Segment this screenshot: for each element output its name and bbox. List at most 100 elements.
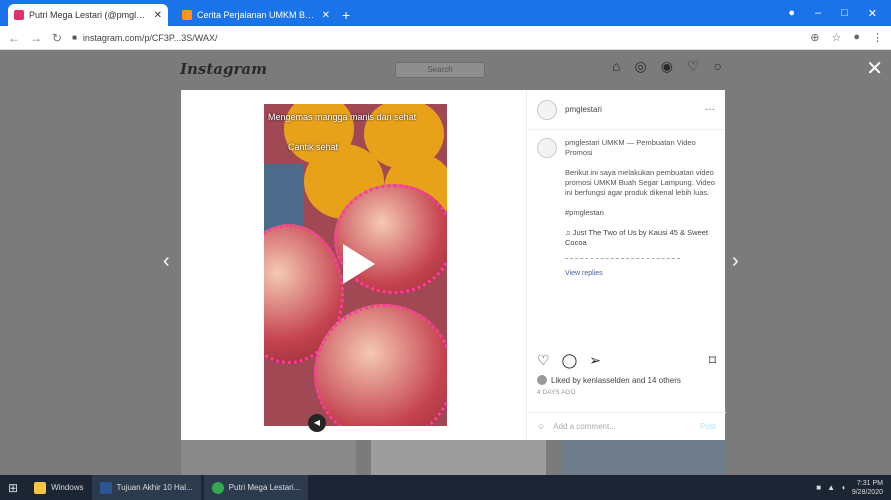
bookmark-star-icon[interactable]: ☆ bbox=[831, 31, 841, 44]
word-icon bbox=[99, 481, 112, 494]
previous-post-arrow-icon[interactable]: ‹ bbox=[163, 250, 170, 273]
taskbar-label: Putri Mega Lestari... bbox=[228, 483, 301, 492]
post-media: Mengemas mangga manis dan sehat Cantik s… bbox=[181, 90, 526, 440]
close-window-button[interactable]: ✕ bbox=[868, 7, 877, 20]
comment-input[interactable]: Add a comment... bbox=[553, 422, 616, 431]
url-text: instagram.com/p/CF3P...3S/WAX/ bbox=[82, 32, 218, 43]
address-bar: ← → ↻ ■ instagram.com/p/CF3P...3S/WAX/ ⊕… bbox=[0, 26, 891, 50]
reload-icon[interactable]: ↻ bbox=[52, 31, 62, 45]
caption: pmglestari UMKM — Pembuatan Video Promos… bbox=[565, 138, 716, 158]
caption-paragraph: Berikut ini saya melakukan pembuatan vid… bbox=[565, 168, 715, 197]
toolbar-icons: ⊕ ☆ ● ⋮ bbox=[810, 31, 883, 44]
folder-icon bbox=[34, 481, 47, 494]
taskbar-label: Tujuan Akhir 10 Hal... bbox=[116, 483, 193, 492]
video-caption-1: Mengemas mangga manis dan sehat bbox=[268, 112, 417, 122]
caption-username[interactable]: pmglestari bbox=[565, 138, 600, 147]
divider bbox=[565, 258, 680, 259]
liker-avatar bbox=[537, 375, 547, 385]
close-modal-icon[interactable]: ✕ bbox=[866, 56, 883, 81]
lock-icon: ■ bbox=[72, 33, 77, 42]
emoji-icon[interactable]: ☺ bbox=[537, 422, 545, 431]
forward-icon[interactable]: → bbox=[30, 31, 42, 45]
post-time: 4 DAYS AGO bbox=[537, 389, 576, 396]
tray-app-icon[interactable]: ■ bbox=[816, 483, 821, 492]
clock-date: 9/28/2020 bbox=[851, 488, 883, 496]
taskbar-file-explorer[interactable]: Windows bbox=[26, 475, 91, 500]
browser-tab-blog[interactable]: Cerita Perjalanan UMKM Buah Segar ✕ bbox=[176, 4, 336, 26]
add-comment-bar: ☺ Add a comment... Post bbox=[527, 412, 726, 440]
minimize-button[interactable]: – bbox=[815, 7, 821, 19]
comments-section: pmglestari UMKM — Pembuatan Video Promos… bbox=[527, 138, 726, 348]
volume-icon[interactable]: ◖ bbox=[841, 483, 846, 492]
save-bookmark-icon[interactable]: ⌑ bbox=[709, 352, 716, 369]
grid-thumbnail[interactable] bbox=[371, 440, 546, 475]
account-icon[interactable]: ● bbox=[853, 31, 860, 44]
audio-icon[interactable]: ◀ bbox=[308, 414, 326, 432]
view-replies-link[interactable]: View replies bbox=[565, 269, 716, 278]
post-modal: Mengemas mangga manis dan sehat Cantik s… bbox=[181, 90, 726, 440]
caption-row: pmglestari UMKM — Pembuatan Video Promos… bbox=[537, 138, 716, 158]
url-field[interactable]: ■ instagram.com/p/CF3P...3S/WAX/ bbox=[72, 29, 800, 47]
action-icons: ♡ ◯ ➢ ⌑ bbox=[537, 352, 716, 369]
hashtag-link[interactable]: #pmglestari bbox=[565, 208, 716, 218]
avatar[interactable] bbox=[537, 99, 557, 120]
grid-thumbnail[interactable] bbox=[181, 440, 356, 475]
instagram-logo[interactable]: Instagram bbox=[180, 60, 267, 78]
instagram-favicon-icon bbox=[14, 10, 24, 20]
home-icon[interactable]: ⌂ bbox=[612, 58, 620, 75]
video-caption-2: Cantik sehat bbox=[288, 142, 339, 152]
next-post-arrow-icon[interactable]: › bbox=[732, 250, 739, 273]
search-input[interactable]: Search bbox=[395, 62, 485, 78]
browser-tab-instagram[interactable]: Putri Mega Lestari (@pmglestari) ✕ bbox=[8, 4, 168, 26]
system-tray: ■ ▲ ◖ 7:31 PM 9/28/2020 bbox=[816, 479, 891, 497]
direct-icon[interactable]: ◎ bbox=[634, 58, 646, 75]
play-icon[interactable] bbox=[343, 244, 375, 284]
zoom-icon[interactable]: ⊕ bbox=[810, 31, 819, 44]
music-title[interactable]: Just The Two of Us by Kausi 45 & Sweet C… bbox=[565, 228, 708, 247]
taskbar-label: Windows bbox=[51, 483, 84, 492]
maximize-button[interactable]: □ bbox=[841, 7, 848, 19]
tab-title: Putri Mega Lestari (@pmglestari) bbox=[29, 10, 149, 20]
profile-icon[interactable]: ● bbox=[788, 7, 795, 19]
tab-strip: Putri Mega Lestari (@pmglestari) ✕ Cerit… bbox=[0, 0, 891, 26]
close-tab-icon[interactable]: ✕ bbox=[322, 10, 330, 21]
more-options-icon[interactable]: ··· bbox=[705, 104, 715, 115]
new-tab-button[interactable]: + bbox=[342, 7, 350, 23]
tab-title: Cerita Perjalanan UMKM Buah Segar bbox=[197, 10, 317, 20]
music-icon: ♫ bbox=[565, 228, 571, 237]
profile-avatar-icon[interactable]: ○ bbox=[713, 58, 721, 75]
taskbar-chrome[interactable]: Putri Mega Lestari... bbox=[203, 475, 309, 500]
share-send-icon[interactable]: ➢ bbox=[589, 352, 601, 369]
comment-bubble-icon[interactable]: ◯ bbox=[562, 352, 578, 369]
heart-icon[interactable]: ♡ bbox=[687, 58, 700, 75]
instagram-nav: ⌂ ◎ ◉ ♡ ○ bbox=[612, 58, 722, 75]
back-icon[interactable]: ← bbox=[8, 31, 20, 45]
menu-icon[interactable]: ⋮ bbox=[872, 31, 883, 44]
close-tab-icon[interactable]: ✕ bbox=[154, 10, 162, 21]
clock[interactable]: 7:31 PM 9/28/2020 bbox=[852, 479, 883, 497]
post-actions: ♡ ◯ ➢ ⌑ Liked by kenlasselden and 14 oth… bbox=[527, 352, 726, 396]
windows-taskbar: ⊞ Windows Tujuan Akhir 10 Hal... Putri M… bbox=[0, 475, 891, 500]
post-sidebar: pmglestari ··· pmglestari UMKM — Pembuat… bbox=[526, 90, 726, 440]
taskbar-word[interactable]: Tujuan Akhir 10 Hal... bbox=[91, 475, 201, 500]
post-header: pmglestari ··· bbox=[527, 90, 725, 130]
blogger-favicon-icon bbox=[182, 10, 192, 20]
liked-by: Liked by kenlasselden and 14 others bbox=[537, 375, 716, 385]
instagram-header: Instagram Search ⌂ ◎ ◉ ♡ ○ bbox=[0, 50, 891, 90]
chrome-icon bbox=[211, 481, 224, 494]
post-username[interactable]: pmglestari bbox=[565, 105, 697, 114]
post-comment-button[interactable]: Post bbox=[700, 422, 716, 431]
network-icon[interactable]: ▲ bbox=[827, 483, 835, 492]
grid-thumbnail[interactable] bbox=[561, 440, 725, 475]
music-line: ♫ Just The Two of Us by Kausi 45 & Sweet… bbox=[565, 228, 716, 248]
start-button[interactable]: ⊞ bbox=[0, 475, 26, 500]
windows-logo-icon: ⊞ bbox=[8, 480, 19, 495]
clock-time: 7:31 PM bbox=[856, 479, 883, 487]
liked-by-text[interactable]: Liked by kenlasselden and 14 others bbox=[551, 376, 681, 385]
explore-icon[interactable]: ◉ bbox=[661, 58, 673, 75]
avatar[interactable] bbox=[537, 138, 557, 158]
window-controls: ● – □ ✕ bbox=[788, 0, 891, 26]
like-heart-icon[interactable]: ♡ bbox=[537, 352, 550, 369]
instagram-page: Instagram Search ⌂ ◎ ◉ ♡ ○ ✕ ‹ › Mengema… bbox=[0, 50, 891, 475]
post-video[interactable]: Mengemas mangga manis dan sehat Cantik s… bbox=[264, 104, 447, 426]
